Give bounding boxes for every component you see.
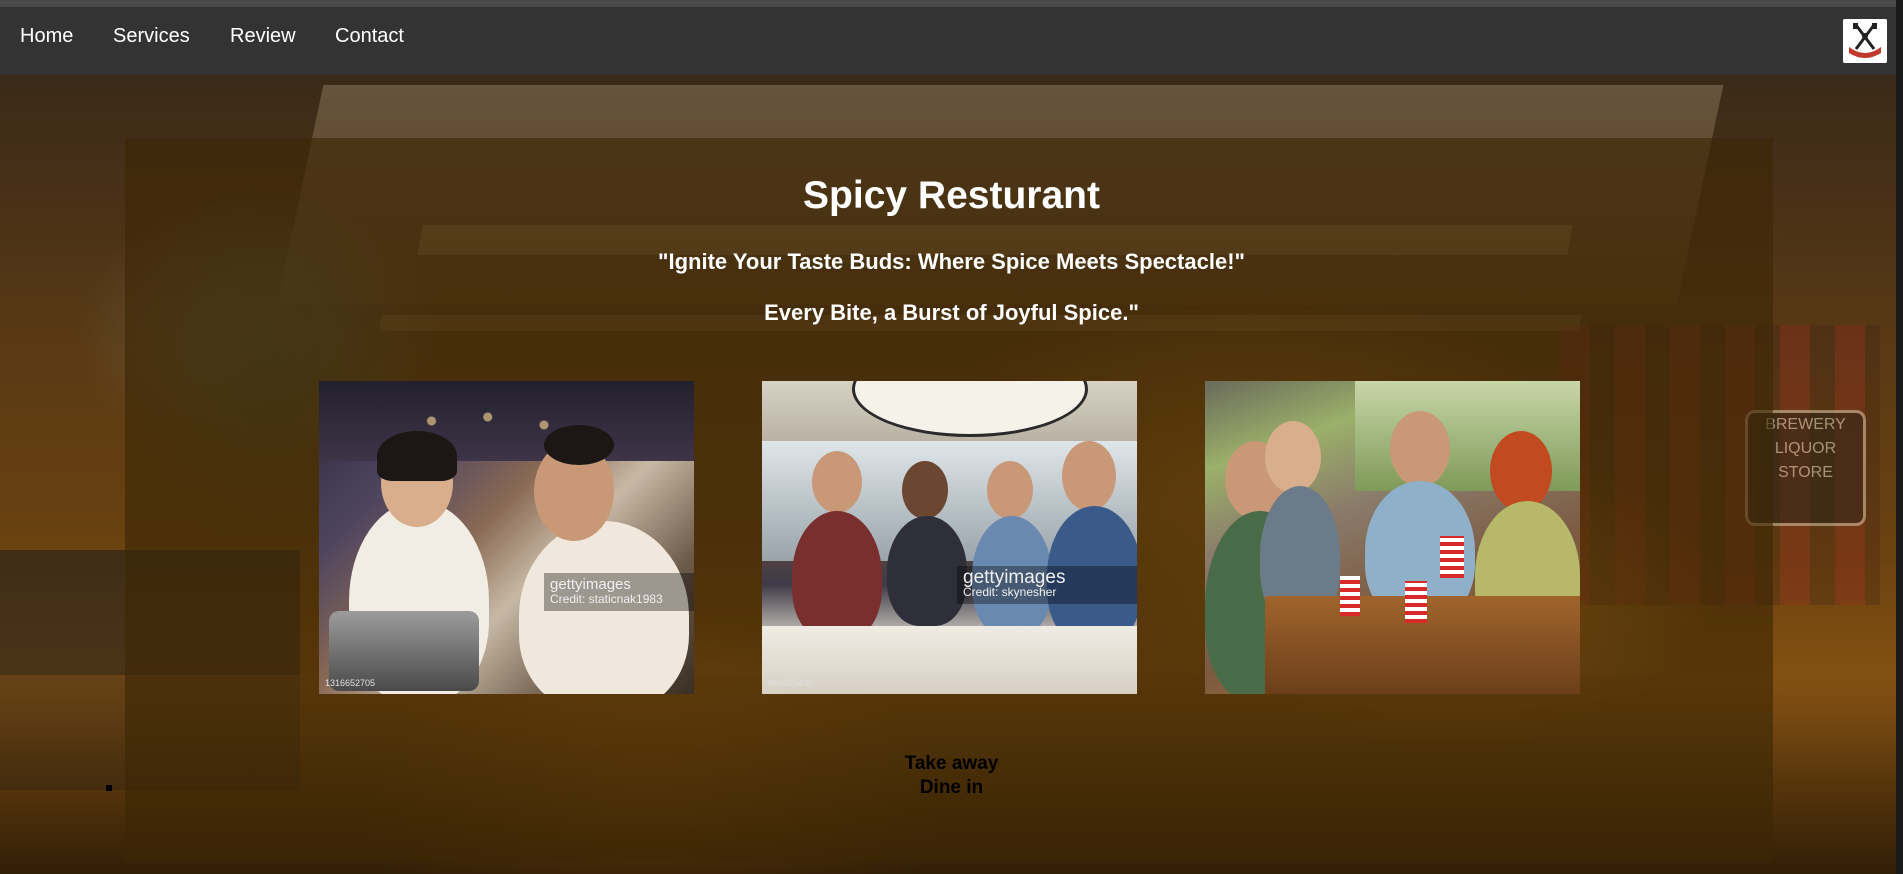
- photo-person: [792, 511, 882, 641]
- crossed-fork-knife-icon[interactable]: [1843, 19, 1887, 63]
- services-list: Take away Dine in: [0, 752, 1903, 800]
- photo-person-head: [902, 461, 948, 519]
- watermark-brand: gettyimages: [963, 567, 1066, 588]
- photo-cup: [1405, 581, 1427, 623]
- photo-id: 866925440: [768, 678, 814, 688]
- gallery-photo: [1205, 381, 1580, 694]
- gallery-photo: gettyimages Credit: skynesher 866925440: [762, 381, 1137, 694]
- photo-lamp: [852, 381, 1088, 437]
- nav-link-services[interactable]: Services: [113, 25, 190, 48]
- scrollbar[interactable]: [1896, 0, 1903, 874]
- nav-link-home[interactable]: Home: [20, 25, 73, 48]
- service-item-dinein: Dine in: [919, 777, 984, 798]
- watermark-credit: Credit: skynesher: [963, 585, 1057, 599]
- watermark-brand: gettyimages: [550, 576, 631, 593]
- photo-person-head: [1390, 411, 1450, 487]
- photo-person-head: [987, 461, 1033, 519]
- watermark-credit: Credit: staticnak1983: [550, 592, 663, 606]
- photo-person-hair: [377, 431, 457, 481]
- photo-person-head: [1490, 431, 1552, 511]
- navbar: Home Services Review Contact: [0, 7, 1903, 75]
- photo-watermark: gettyimages Credit: staticnak1983: [544, 573, 694, 611]
- page: BREWERY LIQUOR STORE Home Services Revie…: [0, 0, 1903, 874]
- service-item-takeaway: Take away: [904, 753, 999, 774]
- nav-link-contact[interactable]: Contact: [335, 25, 404, 48]
- hero-subtagline: Every Bite, a Burst of Joyful Spice.": [764, 300, 1139, 325]
- photo-person: [887, 516, 967, 626]
- photo-person-hair: [544, 425, 614, 465]
- photo-cup: [1340, 576, 1360, 616]
- hero-tagline: "Ignite Your Taste Buds: Where Spice Mee…: [658, 249, 1245, 274]
- photo-person-head: [812, 451, 862, 513]
- top-strip: [0, 0, 1903, 7]
- photo-person-head: [1062, 441, 1116, 511]
- photo-person-head: [1265, 421, 1321, 493]
- photo-watermark: gettyimages Credit: skynesher: [957, 566, 1137, 604]
- photo-scene: [319, 381, 694, 461]
- nav-link-review[interactable]: Review: [230, 25, 296, 48]
- page-title: Spicy Resturant: [803, 174, 1100, 217]
- photo-cup: [1440, 536, 1464, 578]
- photo-table: [762, 626, 1137, 694]
- gallery-photo: gettyimages Credit: staticnak1983 131665…: [319, 381, 694, 694]
- photo-id: 1316652705: [325, 678, 376, 688]
